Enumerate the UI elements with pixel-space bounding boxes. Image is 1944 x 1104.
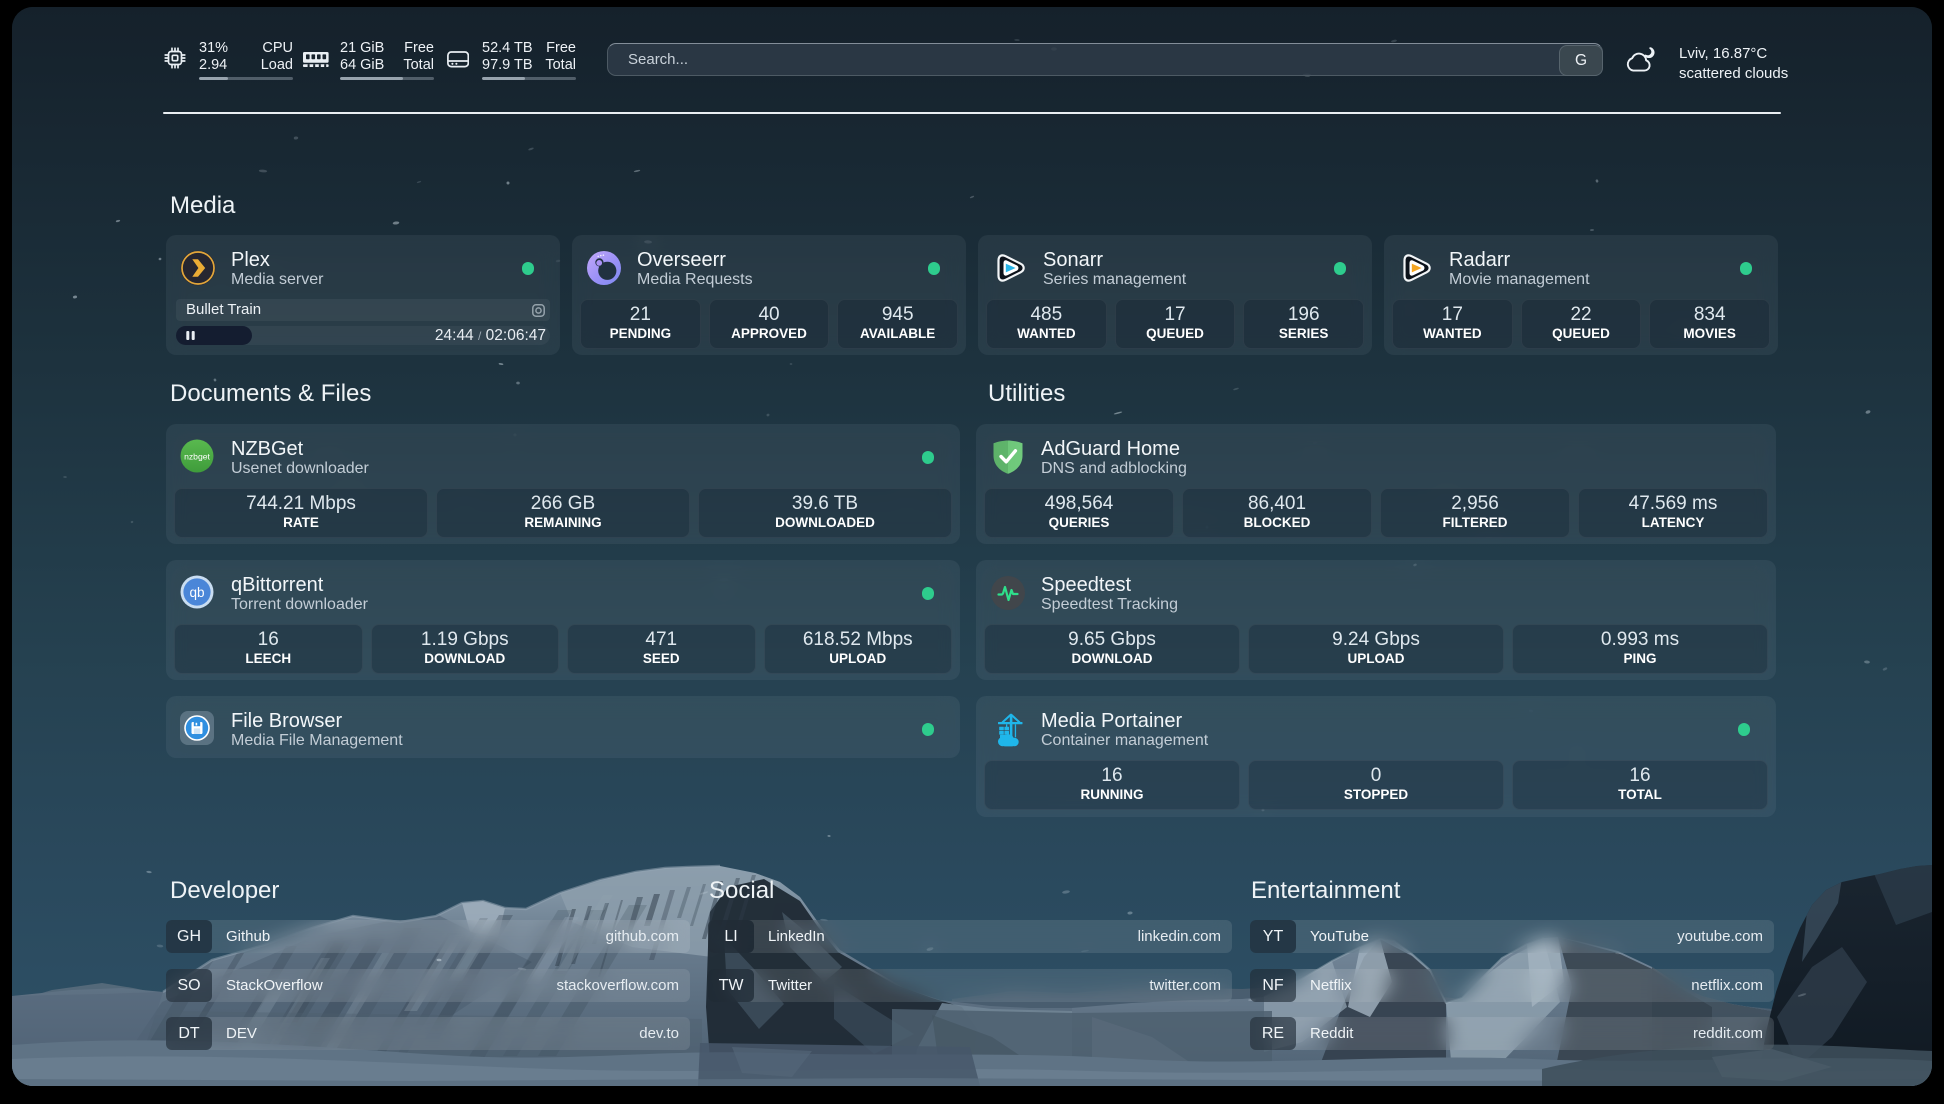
svg-text:qb: qb: [189, 585, 204, 600]
svg-text:nzbget: nzbget: [184, 452, 210, 462]
